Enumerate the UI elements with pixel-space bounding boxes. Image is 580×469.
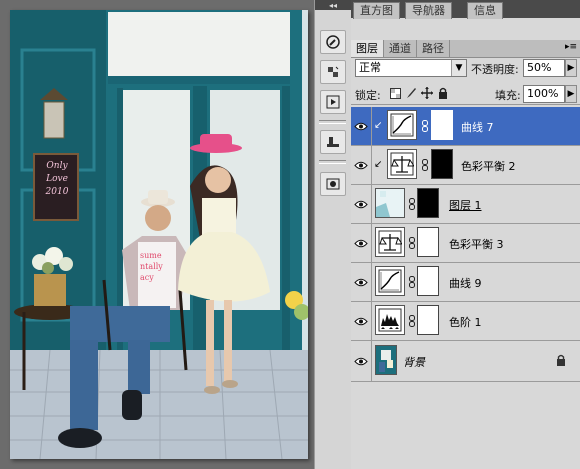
- panel-menu-icon[interactable]: ▸≡: [562, 40, 580, 57]
- chevron-down-icon[interactable]: ▼: [451, 60, 466, 76]
- layer-pixel-thumbnail: [375, 188, 405, 218]
- tab-paths[interactable]: 路径: [417, 40, 450, 57]
- mask-link-icon[interactable]: [409, 276, 415, 288]
- fill-label: 填充:: [495, 89, 521, 102]
- tab-info[interactable]: 信息: [467, 2, 503, 19]
- shirt-line: acy: [140, 273, 154, 282]
- lock-all-icon[interactable]: [437, 87, 449, 99]
- visibility-eye-icon[interactable]: [351, 302, 372, 340]
- layer-row-curves-9[interactable]: 曲线 9: [351, 263, 580, 302]
- fill-input[interactable]: 100%: [523, 85, 565, 103]
- visibility-eye-icon[interactable]: [351, 341, 372, 381]
- color-balance-adjustment-icon: [375, 227, 405, 257]
- blend-opacity-row: 正常 ▼ 不透明度: 50% ▶: [351, 58, 580, 80]
- divider: [319, 160, 346, 164]
- blend-mode-value: 正常: [359, 61, 381, 74]
- shirt-line: sume: [140, 251, 162, 260]
- document-canvas[interactable]: Only Love 2010 sume ntally acy: [0, 0, 314, 469]
- clipping-arrow-icon: ↙: [374, 159, 383, 170]
- mask-link-icon[interactable]: [422, 159, 428, 171]
- levels-adjustment-icon: [375, 305, 405, 335]
- panel-dock-strip: ◂◂: [314, 0, 352, 469]
- layers-panel: 直方图 导航器 信息 图层 通道 路径 ▸≡ 正常 ▼ 不透明度: 50% ▶ …: [351, 0, 580, 469]
- layer-name[interactable]: 背景: [403, 354, 425, 370]
- layer-name[interactable]: 曲线 9: [449, 275, 482, 291]
- visibility-eye-icon[interactable]: [351, 185, 372, 223]
- shirt-line: ntally: [140, 262, 163, 271]
- actions-play-icon[interactable]: [320, 90, 346, 114]
- collapse-arrows-icon[interactable]: ◂◂: [315, 0, 351, 10]
- layer-row-levels-1[interactable]: 色阶 1: [351, 302, 580, 341]
- blend-mode-select[interactable]: 正常 ▼: [355, 59, 467, 77]
- lock-transparency-icon[interactable]: [389, 87, 401, 99]
- layer-mask-thumbnail[interactable]: [417, 188, 439, 218]
- tab-layers[interactable]: 图层: [351, 40, 384, 57]
- history-icon[interactable]: [320, 60, 346, 84]
- tab-navigator[interactable]: 导航器: [405, 2, 452, 19]
- mask-link-icon[interactable]: [409, 198, 415, 210]
- layer-name[interactable]: 图层 1: [449, 197, 482, 213]
- layer-mask-thumbnail[interactable]: [431, 149, 453, 179]
- upper-panel-tabs: 直方图 导航器 信息: [351, 0, 580, 19]
- visibility-eye-icon[interactable]: [351, 107, 372, 145]
- tool-presets-icon[interactable]: [320, 130, 346, 154]
- fill-slider-arrow-icon[interactable]: ▶: [565, 85, 577, 103]
- divider: [319, 120, 346, 124]
- chalkboard-sign-text: Only Love 2010: [36, 160, 78, 199]
- mask-link-icon[interactable]: [409, 237, 415, 249]
- layer-row-layer-1[interactable]: 图层 1: [351, 185, 580, 224]
- mask-link-icon[interactable]: [422, 120, 428, 132]
- curves-adjustment-icon: [387, 110, 417, 140]
- layer-list: ↙ 曲线 7 ↙ 色彩平衡 2 图层 1 色彩平衡 3 曲线 9 色阶 1 背景: [351, 107, 580, 382]
- layer-name[interactable]: 色彩平衡 3: [449, 236, 504, 252]
- lock-brush-icon[interactable]: [405, 87, 417, 99]
- layer-lock-icon: [556, 354, 566, 369]
- layers-tab-bar: 图层 通道 路径 ▸≡: [351, 40, 580, 58]
- sign-line: Love: [46, 174, 68, 184]
- shirt-print-text: sume ntally acy: [140, 250, 176, 283]
- lock-fill-row: 锁定: 填充: 100% ▶: [351, 84, 580, 105]
- tab-channels[interactable]: 通道: [384, 40, 417, 57]
- background-photo-thumbnail: [375, 345, 397, 375]
- clipping-arrow-icon: ↙: [374, 120, 383, 131]
- layer-mask-thumbnail[interactable]: [417, 266, 439, 296]
- mask-link-icon[interactable]: [409, 315, 415, 327]
- color-balance-adjustment-icon: [387, 149, 417, 179]
- layer-row-background[interactable]: 背景: [351, 341, 580, 382]
- wedding-photo: Only Love 2010 sume ntally acy: [10, 10, 308, 459]
- sign-line: Only: [46, 161, 68, 171]
- visibility-eye-icon[interactable]: [351, 224, 372, 262]
- lock-label: 锁定:: [355, 89, 381, 102]
- layer-row-curves-7[interactable]: ↙ 曲线 7: [351, 107, 580, 146]
- layer-mask-thumbnail[interactable]: [431, 110, 453, 140]
- visibility-eye-icon[interactable]: [351, 263, 372, 301]
- layer-comps-icon[interactable]: [320, 172, 346, 196]
- layer-name[interactable]: 曲线 7: [461, 119, 494, 135]
- visibility-eye-icon[interactable]: [351, 146, 372, 184]
- layer-mask-thumbnail[interactable]: [417, 227, 439, 257]
- layer-name[interactable]: 色彩平衡 2: [461, 158, 516, 174]
- curves-adjustment-icon: [375, 266, 405, 296]
- layer-mask-thumbnail[interactable]: [417, 305, 439, 335]
- photo-scene: [10, 10, 308, 459]
- opacity-label: 不透明度:: [471, 63, 519, 76]
- opacity-slider-arrow-icon[interactable]: ▶: [565, 59, 577, 77]
- layer-row-color-balance-3[interactable]: 色彩平衡 3: [351, 224, 580, 263]
- lock-move-icon[interactable]: [421, 87, 433, 99]
- layer-name[interactable]: 色阶 1: [449, 314, 482, 330]
- layer-row-color-balance-2[interactable]: ↙ 色彩平衡 2: [351, 146, 580, 185]
- navigator-icon[interactable]: [320, 30, 346, 54]
- opacity-input[interactable]: 50%: [523, 59, 565, 77]
- tab-histogram[interactable]: 直方图: [353, 2, 400, 19]
- sign-line: 2010: [45, 187, 69, 197]
